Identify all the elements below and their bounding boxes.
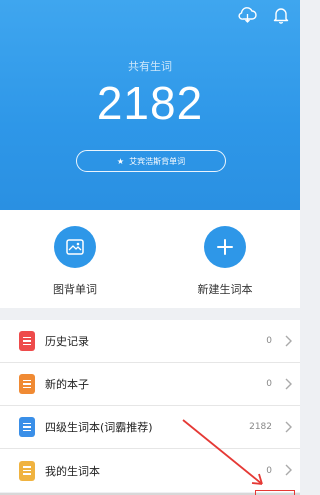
- cloud-sync-icon[interactable]: [238, 6, 258, 24]
- word-total-label: 共有生词: [128, 60, 172, 73]
- picture-words-label: 图背单词: [53, 283, 97, 296]
- star-icon: ★: [116, 156, 125, 166]
- book-icon: [19, 374, 35, 394]
- list-item-count: 0: [266, 379, 272, 389]
- list-item-count: 0: [266, 336, 272, 346]
- plus-icon: [204, 226, 246, 268]
- annotation-highlight-box: [255, 490, 295, 495]
- list-item-title: 新的本子: [45, 378, 89, 391]
- book-icon: [19, 331, 35, 351]
- list-item-my-book[interactable]: 我的生词本 0: [0, 449, 300, 492]
- list-item-count: 2182: [249, 422, 272, 432]
- wordbook-list: 历史记录 0 新的本子 0 四级生词本(词霸推荐) 2182 我的生词本 0: [0, 320, 300, 492]
- book-icon: [19, 417, 35, 437]
- new-wordbook-label: 新建生词本: [197, 283, 253, 296]
- picture-card-icon: [54, 226, 96, 268]
- chevron-right-icon: [284, 375, 292, 394]
- header-icons: [238, 6, 290, 24]
- chevron-right-icon: [284, 332, 292, 351]
- chevron-right-icon: [284, 461, 292, 480]
- header-panel: 共有生词 2182 ★ 艾宾浩斯背单词: [0, 0, 300, 210]
- list-item-title: 四级生词本(词霸推荐): [45, 421, 153, 434]
- list-item-title: 历史记录: [45, 335, 89, 348]
- list-item-count: 0: [266, 465, 272, 476]
- picture-words-button[interactable]: 图背单词: [0, 210, 150, 308]
- chevron-right-icon: [284, 418, 292, 437]
- ebbinghaus-review-label: 艾宾浩斯背单词: [129, 156, 186, 166]
- action-panel: 图背单词 新建生词本: [0, 210, 300, 308]
- bell-icon[interactable]: [272, 6, 290, 24]
- new-wordbook-button[interactable]: 新建生词本: [150, 210, 300, 308]
- list-item-new-book[interactable]: 新的本子 0: [0, 363, 300, 406]
- word-total-count: 2182: [96, 77, 204, 129]
- list-item-history[interactable]: 历史记录 0: [0, 320, 300, 363]
- book-icon: [19, 460, 35, 481]
- ebbinghaus-review-button[interactable]: ★ 艾宾浩斯背单词: [76, 150, 226, 172]
- list-item-cet4-book[interactable]: 四级生词本(词霸推荐) 2182: [0, 406, 300, 449]
- list-item-title: 我的生词本: [45, 464, 100, 478]
